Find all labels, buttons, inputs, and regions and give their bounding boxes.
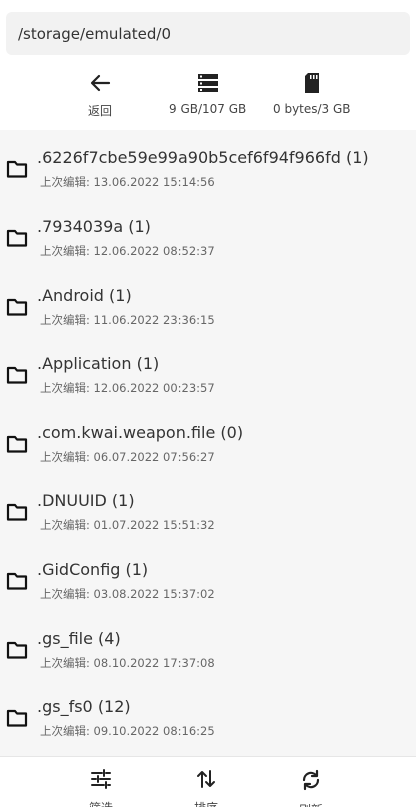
sort-label: 排序 — [194, 799, 218, 807]
sd-card-icon — [303, 72, 321, 94]
file-name: .DNUUID (1) — [37, 491, 135, 510]
storage-toolbar: 返回 9 GB/107 GB 0 bytes/3 GB — [0, 72, 416, 128]
list-item[interactable]: .6226f7cbe59e99a90b5cef6f94f966fd (1) 上次… — [0, 138, 416, 206]
sort-button[interactable]: 排序 — [194, 769, 218, 807]
folder-icon — [6, 435, 28, 457]
list-item[interactable]: .gs_file (4) 上次编辑: 08.10.2022 17:37:08 — [0, 619, 416, 687]
file-name: .6226f7cbe59e99a90b5cef6f94f966fd (1) — [37, 148, 369, 167]
folder-icon — [6, 366, 28, 388]
current-path: /storage/emulated/0 — [18, 24, 172, 43]
file-modified: 上次编辑: 01.07.2022 15:51:32 — [40, 518, 215, 532]
file-modified: 上次编辑: 12.06.2022 08:52:37 — [40, 244, 215, 258]
filter-label: 筛选 — [89, 799, 113, 807]
file-modified: 上次编辑: 08.10.2022 17:37:08 — [40, 656, 215, 670]
sd-card-button[interactable]: 0 bytes/3 GB — [273, 72, 351, 116]
file-name: .gs_file (4) — [37, 629, 121, 648]
file-modified: 上次编辑: 11.06.2022 23:36:15 — [40, 313, 215, 327]
file-modified: 上次编辑: 09.10.2022 08:16:25 — [40, 724, 215, 738]
refresh-button[interactable]: 刷新 — [299, 769, 323, 807]
internal-storage-label: 9 GB/107 GB — [169, 102, 247, 116]
file-list: .6226f7cbe59e99a90b5cef6f94f966fd (1) 上次… — [0, 130, 416, 756]
refresh-icon — [300, 769, 322, 795]
list-item[interactable]: .7934039a (1) 上次编辑: 12.06.2022 08:52:37 — [0, 207, 416, 275]
folder-icon — [6, 229, 28, 251]
path-bar[interactable]: /storage/emulated/0 — [6, 12, 410, 55]
list-item[interactable]: .Application (1) 上次编辑: 12.06.2022 00:23:… — [0, 344, 416, 412]
arrow-left-icon — [89, 72, 111, 94]
folder-icon — [6, 160, 28, 182]
folder-icon — [6, 572, 28, 594]
storage-icon — [197, 72, 219, 94]
tune-icon — [90, 769, 112, 793]
folder-icon — [6, 503, 28, 525]
list-item[interactable]: .DNUUID (1) 上次编辑: 01.07.2022 15:51:32 — [0, 481, 416, 549]
internal-storage-button[interactable]: 9 GB/107 GB — [169, 72, 246, 116]
folder-icon — [6, 709, 28, 731]
file-name: .Application (1) — [37, 354, 160, 373]
list-item[interactable]: .GidConfig (1) 上次编辑: 03.08.2022 15:37:02 — [0, 550, 416, 618]
list-item[interactable]: .com.kwai.weapon.file (0) 上次编辑: 06.07.20… — [0, 413, 416, 481]
file-name: .gs_fs0 (12) — [37, 697, 131, 716]
file-modified: 上次编辑: 13.06.2022 15:14:56 — [40, 175, 215, 189]
file-name: .7934039a (1) — [37, 217, 151, 236]
folder-icon — [6, 641, 28, 663]
file-modified: 上次编辑: 06.07.2022 07:56:27 — [40, 450, 215, 464]
folder-icon — [6, 298, 28, 320]
back-label: 返回 — [88, 104, 113, 118]
file-name: .com.kwai.weapon.file (0) — [37, 423, 244, 442]
file-name: .Android (1) — [37, 286, 132, 305]
list-item[interactable]: .gs_fs0 (12) 上次编辑: 09.10.2022 08:16:25 — [0, 687, 416, 755]
back-button[interactable]: 返回 — [88, 72, 112, 119]
filter-button[interactable]: 筛选 — [89, 769, 113, 807]
refresh-label: 刷新 — [299, 801, 323, 807]
sort-arrows-icon — [196, 769, 216, 793]
list-item[interactable]: .Android (1) 上次编辑: 11.06.2022 23:36:15 — [0, 276, 416, 344]
file-modified: 上次编辑: 12.06.2022 00:23:57 — [40, 381, 215, 395]
file-modified: 上次编辑: 03.08.2022 15:37:02 — [40, 587, 215, 601]
sd-card-label: 0 bytes/3 GB — [273, 102, 351, 116]
bottom-bar: 筛选 排序 刷新 — [0, 756, 416, 807]
file-name: .GidConfig (1) — [37, 560, 149, 579]
